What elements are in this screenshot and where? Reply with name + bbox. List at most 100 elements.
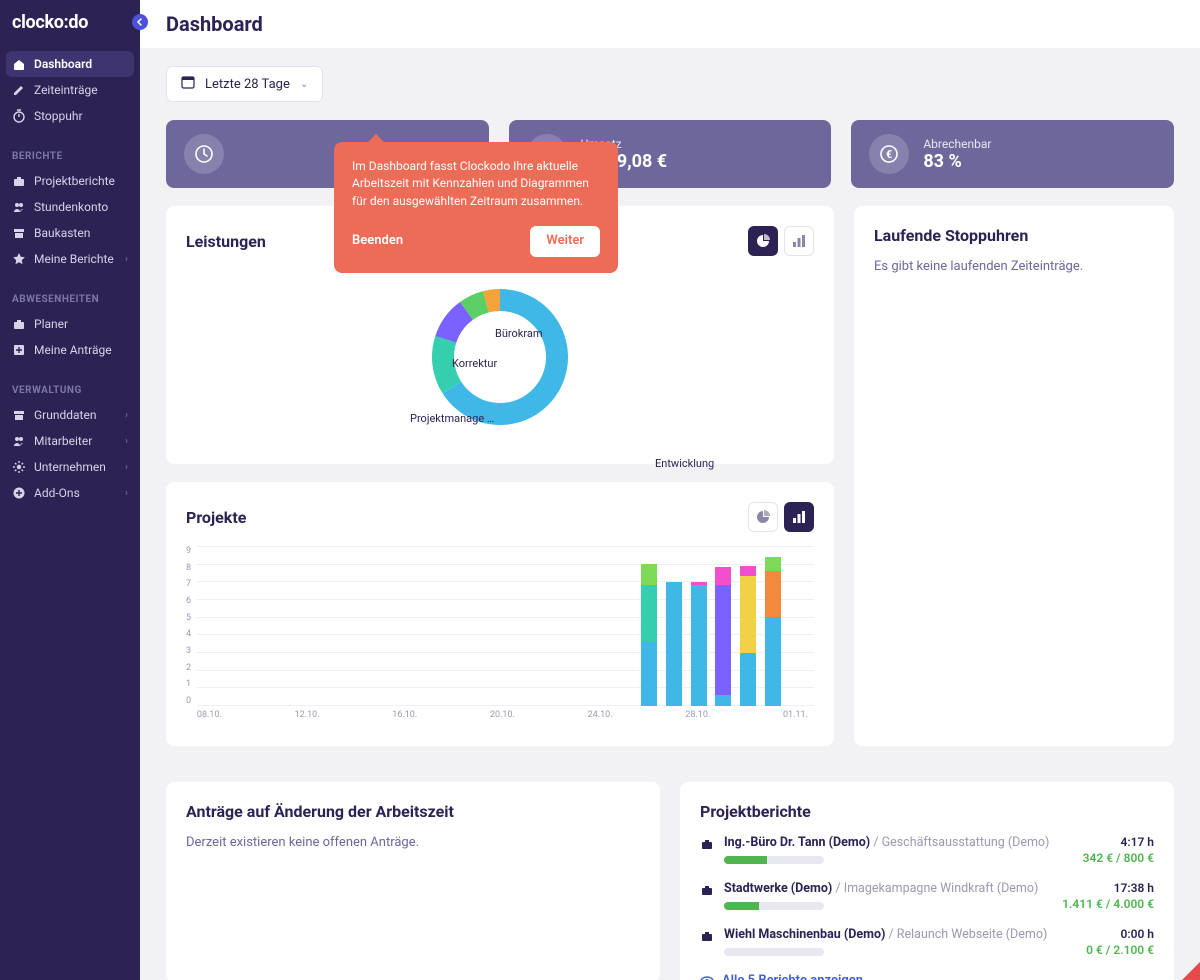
x-axis-label: 12.10. bbox=[295, 710, 320, 720]
show-all-reports-link[interactable]: Alle 5 Berichte anzeigen bbox=[700, 973, 1154, 980]
x-axis-label: 24.10. bbox=[588, 710, 613, 720]
sidebar-item-meine-berichte[interactable]: Meine Berichte › bbox=[0, 246, 140, 272]
pie-chart-button[interactable] bbox=[748, 502, 778, 532]
period-selector[interactable]: Letzte 28 Tage ⌄ bbox=[166, 66, 323, 102]
sidebar-item-label: Grunddaten bbox=[34, 408, 96, 422]
kpi-card-billable[interactable]: € Abrechenbar83 % bbox=[851, 120, 1174, 188]
svg-text:€: € bbox=[886, 148, 892, 161]
archive-icon bbox=[12, 408, 26, 422]
pie-chart-button[interactable] bbox=[748, 226, 778, 256]
sidebar-item-baukasten[interactable]: Baukasten bbox=[0, 220, 140, 246]
chevron-right-icon: › bbox=[125, 462, 128, 473]
pie-chart-icon bbox=[756, 510, 770, 524]
bar bbox=[765, 557, 781, 706]
gear-icon bbox=[12, 460, 26, 474]
report-primary: Stadtwerke (Demo) bbox=[724, 881, 832, 896]
sidebar-item-label: Unternehmen bbox=[34, 460, 106, 474]
bar-chart-icon bbox=[792, 234, 806, 248]
sidebar-item-meine-anträge[interactable]: Meine Anträge bbox=[0, 337, 140, 363]
main-content: Dashboard Letzte 28 Tage ⌄ Im Dashboard … bbox=[140, 0, 1200, 980]
card-title: Anträge auf Änderung der Arbeitszeit bbox=[186, 802, 640, 821]
nav-section-header: BERICHTE bbox=[0, 145, 140, 168]
report-row[interactable]: Stadtwerke (Demo) / Imagekampagne Windkr… bbox=[700, 881, 1154, 911]
sidebar-item-mitarbeiter[interactable]: Mitarbeiter› bbox=[0, 428, 140, 454]
sidebar-item-label: Baukasten bbox=[34, 226, 90, 240]
collapse-sidebar-button[interactable] bbox=[132, 14, 148, 30]
chart-type-toggle bbox=[748, 502, 814, 532]
empty-message: Derzeit existieren keine offenen Anträge… bbox=[186, 835, 640, 850]
calendar-icon bbox=[181, 75, 195, 93]
eye-icon bbox=[700, 974, 714, 980]
sidebar-item-label: Mitarbeiter bbox=[34, 434, 92, 448]
donut-slice-label: Entwicklung bbox=[655, 457, 714, 470]
nav-section-header: VERWALTUNG bbox=[0, 379, 140, 402]
brand-logo: clocko:do bbox=[0, 12, 140, 51]
people-icon bbox=[12, 200, 26, 214]
sidebar-item-label: Stundenkonto bbox=[34, 200, 108, 214]
chevron-right-icon: › bbox=[125, 488, 128, 499]
people-icon bbox=[12, 434, 26, 448]
report-hours: 4:17 h bbox=[1083, 835, 1154, 849]
progress-bar bbox=[724, 902, 824, 910]
chevron-right-icon: › bbox=[125, 410, 128, 421]
donut-chart: EntwicklungProjektmanage …KorrekturBürok… bbox=[186, 270, 814, 444]
sidebar-item-label: Add-Ons bbox=[34, 486, 80, 500]
briefcase-icon bbox=[12, 317, 26, 331]
sidebar-item-label: Meine Berichte bbox=[34, 252, 114, 266]
card-title: Projektberichte bbox=[700, 802, 1154, 821]
sidebar-item-label: Stoppuhr bbox=[34, 109, 83, 123]
report-row[interactable]: Wiehl Maschinenbau (Demo) / Relaunch Web… bbox=[700, 927, 1154, 957]
nav-section-header: ABWESENHEITEN bbox=[0, 288, 140, 311]
bar bbox=[740, 566, 756, 706]
projects-card: Projekte 9876543210 bbox=[166, 482, 834, 746]
sidebar-item-unternehmen[interactable]: Unternehmen › bbox=[0, 454, 140, 480]
edit-icon bbox=[12, 83, 26, 97]
x-axis-label: 08.10. bbox=[197, 710, 222, 720]
report-secondary: / Imagekampagne Windkraft (Demo) bbox=[835, 881, 1038, 896]
sidebar-item-dashboard[interactable]: Dashboard bbox=[6, 51, 134, 77]
onboarding-tooltip: Im Dashboard fasst Clockodo Ihre aktuell… bbox=[334, 142, 618, 273]
bar-chart-button[interactable] bbox=[784, 226, 814, 256]
tooltip-next-button[interactable]: Weiter bbox=[530, 226, 600, 257]
report-row[interactable]: Ing.-Büro Dr. Tann (Demo) / Geschäftsaus… bbox=[700, 835, 1154, 865]
empty-message: Es gibt keine laufenden Zeiteinträge. bbox=[874, 259, 1154, 274]
report-hours: 0:00 h bbox=[1086, 927, 1154, 941]
sidebar-item-label: Planer bbox=[34, 317, 68, 331]
sidebar-item-label: Projektberichte bbox=[34, 174, 115, 188]
kpi-value: 83 % bbox=[923, 151, 991, 172]
sidebar: clocko:do Dashboard Zeiteinträge Stoppuhr B… bbox=[0, 0, 140, 980]
bar bbox=[641, 564, 657, 706]
sidebar-item-planer[interactable]: Planer bbox=[0, 311, 140, 337]
report-secondary: / Geschäftsausstattung (Demo) bbox=[873, 835, 1049, 850]
x-axis-label: 20.10. bbox=[490, 710, 515, 720]
plus-circle-icon bbox=[12, 486, 26, 500]
sidebar-item-projektberichte[interactable]: Projektberichte bbox=[0, 168, 140, 194]
report-money: 342 € / 800 € bbox=[1083, 851, 1154, 865]
x-axis-label: 16.10. bbox=[392, 710, 417, 720]
briefcase-icon bbox=[700, 929, 714, 946]
bar bbox=[715, 567, 731, 706]
period-label: Letzte 28 Tage bbox=[205, 77, 290, 92]
chart-type-toggle bbox=[748, 226, 814, 256]
sidebar-item-add-ons[interactable]: Add-Ons › bbox=[0, 480, 140, 506]
sidebar-item-label: Zeiteinträge bbox=[34, 83, 98, 97]
x-axis-label: 01.11. bbox=[783, 710, 808, 720]
archive-icon bbox=[12, 226, 26, 240]
bar-chart-button[interactable] bbox=[784, 502, 814, 532]
page-title: Dashboard bbox=[140, 0, 1200, 48]
bar bbox=[691, 582, 707, 706]
sidebar-item-grunddaten[interactable]: Grunddaten › bbox=[0, 402, 140, 428]
chevron-right-icon: › bbox=[125, 254, 128, 265]
requests-card: Anträge auf Änderung der Arbeitszeit Der… bbox=[166, 782, 660, 980]
chevron-down-icon: ⌄ bbox=[300, 79, 308, 90]
bar bbox=[666, 582, 682, 706]
sidebar-item-label: Dashboard bbox=[34, 57, 92, 71]
donut-slice-label: Korrektur bbox=[452, 357, 497, 370]
sidebar-item-zeiteinträge[interactable]: Zeiteinträge bbox=[0, 77, 140, 103]
sidebar-item-stoppuhr[interactable]: Stoppuhr bbox=[0, 103, 140, 129]
sidebar-item-stundenkonto[interactable]: Stundenkonto bbox=[0, 194, 140, 220]
kpi-label: Abrechenbar bbox=[923, 137, 991, 151]
tooltip-exit-button[interactable]: Beenden bbox=[352, 232, 403, 251]
clock-icon bbox=[184, 134, 224, 174]
plus-square-icon bbox=[12, 343, 26, 357]
